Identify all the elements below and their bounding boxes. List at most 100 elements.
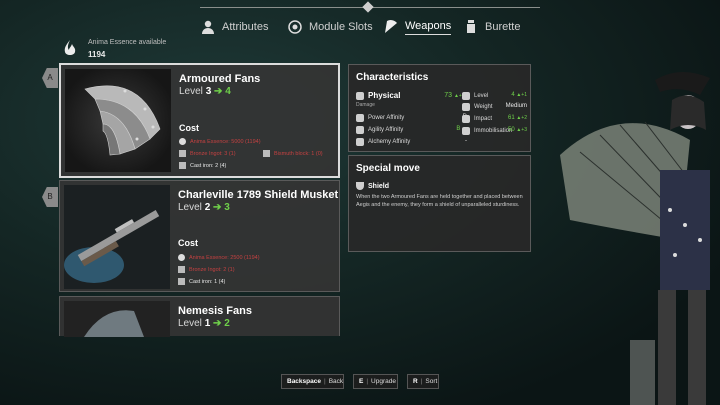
level-stat-value: 4 ▲+1 <box>489 92 527 98</box>
alchemy-icon <box>356 138 364 146</box>
cost-anima: Anima Essence: 2500 (1194) <box>178 254 260 261</box>
cost-cast-iron: Cast iron: 1 (4) <box>178 278 225 285</box>
tab-module-slots-label: Module Slots <box>309 21 373 33</box>
agility-affinity-label: Agility Affinity <box>368 127 404 133</box>
damage-type: Physical <box>356 91 400 100</box>
side-tab-a[interactable]: A <box>42 68 58 88</box>
cost-bronze: Bronze Ingot: 3 (1) <box>179 150 236 157</box>
anima-essence-icon <box>178 254 185 261</box>
weight-value: Medium <box>505 103 527 109</box>
level-label: Level <box>179 86 203 97</box>
shield-musket-icon <box>64 185 170 289</box>
agility-icon <box>356 126 364 134</box>
hint-separator: | <box>323 378 326 385</box>
burette-icon <box>467 20 475 33</box>
physical-damage-icon <box>356 91 364 100</box>
tab-attributes[interactable]: Attributes <box>200 16 268 38</box>
ingot-icon <box>179 150 186 157</box>
level-icon <box>462 92 470 100</box>
special-move-name-label: Shield <box>368 182 390 190</box>
tab-weapons[interactable]: Weapons <box>383 16 452 38</box>
back-key: Backspace <box>287 378 321 385</box>
cost-bronze: Bronze Ingot: 2 (1) <box>178 266 235 273</box>
fan-weapon-icon <box>385 20 397 33</box>
level-arrow-icon: ➔ <box>213 318 222 329</box>
level-current: 2 <box>204 202 211 213</box>
cost-text: Bronze Ingot: 3 (1) <box>190 150 236 157</box>
level-label: Level <box>178 318 202 329</box>
level-next: 3 <box>224 202 230 213</box>
weapon-card-shield-musket[interactable]: Charleville 1789 Shield Musket Level 2 ➔… <box>59 180 340 292</box>
impact-stat: Impact <box>462 115 492 123</box>
nemesis-fans-icon <box>64 301 170 337</box>
sort-label: Sort <box>425 378 438 385</box>
cost-text: Bronze Ingot: 2 (1) <box>189 266 235 273</box>
immobilisation-number: 50 <box>507 127 515 133</box>
cost-title: Cost <box>179 123 199 133</box>
weapon-level: Level 1 ➔ 2 <box>178 318 230 329</box>
level-current: 3 <box>205 86 212 97</box>
hint-separator: | <box>366 378 369 385</box>
level-stat-label: Level <box>474 93 489 99</box>
weapon-card-nemesis-fans[interactable]: Nemesis Fans Level 1 ➔ 2 <box>59 296 340 337</box>
anima-essence-icon <box>179 138 186 145</box>
damage-number: 73 <box>444 92 452 99</box>
tab-module-slots[interactable]: Module Slots <box>287 16 373 38</box>
nemesis-fans-image <box>64 301 170 337</box>
shield-icon <box>356 182 364 190</box>
tab-weapons-label: Weapons <box>405 20 452 35</box>
back-hint[interactable]: Backspace | Back <box>281 374 344 389</box>
weapon-level: Level 3 ➔ 4 <box>179 86 231 97</box>
weapon-level: Level 2 ➔ 3 <box>178 202 230 213</box>
characteristics-title: Characteristics <box>356 72 429 83</box>
level-arrow-icon: ➔ <box>214 86 223 97</box>
person-icon <box>202 20 214 34</box>
tab-attributes-label: Attributes <box>222 21 269 33</box>
anima-essence-label: Anima Essence available <box>88 39 167 46</box>
armoured-fans-icon <box>65 69 171 172</box>
cost-text: Cast iron: 1 (4) <box>189 278 226 285</box>
upgrade-label: Upgrade <box>371 378 396 385</box>
level-number: 4 <box>511 92 515 98</box>
cost-text: Bismuth block: 1 (0) <box>274 150 323 157</box>
character-portrait <box>560 71 710 405</box>
damage-label: Damage <box>356 102 375 108</box>
special-move-name: Shield <box>356 182 389 190</box>
level-stat: Level <box>462 92 488 100</box>
side-tab-b[interactable]: B <box>42 187 58 207</box>
special-move-panel: Special move Shield When the two Armoure… <box>348 155 531 252</box>
cost-cast-iron: Cast iron: 2 (4) <box>179 162 226 169</box>
impact-delta: ▲+2 <box>516 115 527 121</box>
impact-icon <box>462 115 470 123</box>
weapon-name: Nemesis Fans <box>178 305 252 317</box>
level-current: 1 <box>204 318 211 329</box>
upgrade-hint[interactable]: E | Upgrade <box>353 374 398 389</box>
cost-text: Cast iron: 2 (4) <box>190 162 227 169</box>
level-next: 4 <box>225 86 231 97</box>
anima-essence-icon <box>64 40 76 55</box>
level-delta: ▲+1 <box>516 92 527 98</box>
immobilisation-value: 50 ▲+3 <box>489 127 527 133</box>
sort-key: R <box>413 378 418 385</box>
impact-value: 61 ▲+2 <box>489 115 527 121</box>
cost-title: Cost <box>178 238 198 248</box>
top-nav-marker <box>362 1 374 13</box>
special-move-title: Special move <box>356 163 420 174</box>
cast-iron-icon <box>179 162 186 169</box>
weapon-name: Charleville 1789 Shield Musket <box>178 189 339 201</box>
agility-affinity: Agility Affinity <box>356 126 403 134</box>
power-affinity-label: Power Affinity <box>368 115 405 121</box>
weapon-card-armoured-fans[interactable]: Armoured Fans Level 3 ➔ 4 Cost Anima Ess… <box>59 63 340 178</box>
ingot-icon <box>178 266 185 273</box>
anima-essence-value: 1194 <box>88 50 106 59</box>
agility-grade: B <box>456 126 461 132</box>
weight-stat: Weight <box>462 103 493 111</box>
armoured-fans-image <box>65 69 171 172</box>
immobilisation-icon <box>462 127 470 135</box>
immobilisation-delta: ▲+3 <box>516 127 527 133</box>
sort-hint[interactable]: R | Sort <box>407 374 439 389</box>
level-next: 2 <box>224 318 230 329</box>
level-arrow-icon: ➔ <box>213 202 222 213</box>
bismuth-icon <box>263 150 270 157</box>
tab-burette[interactable]: Burette <box>463 16 520 38</box>
